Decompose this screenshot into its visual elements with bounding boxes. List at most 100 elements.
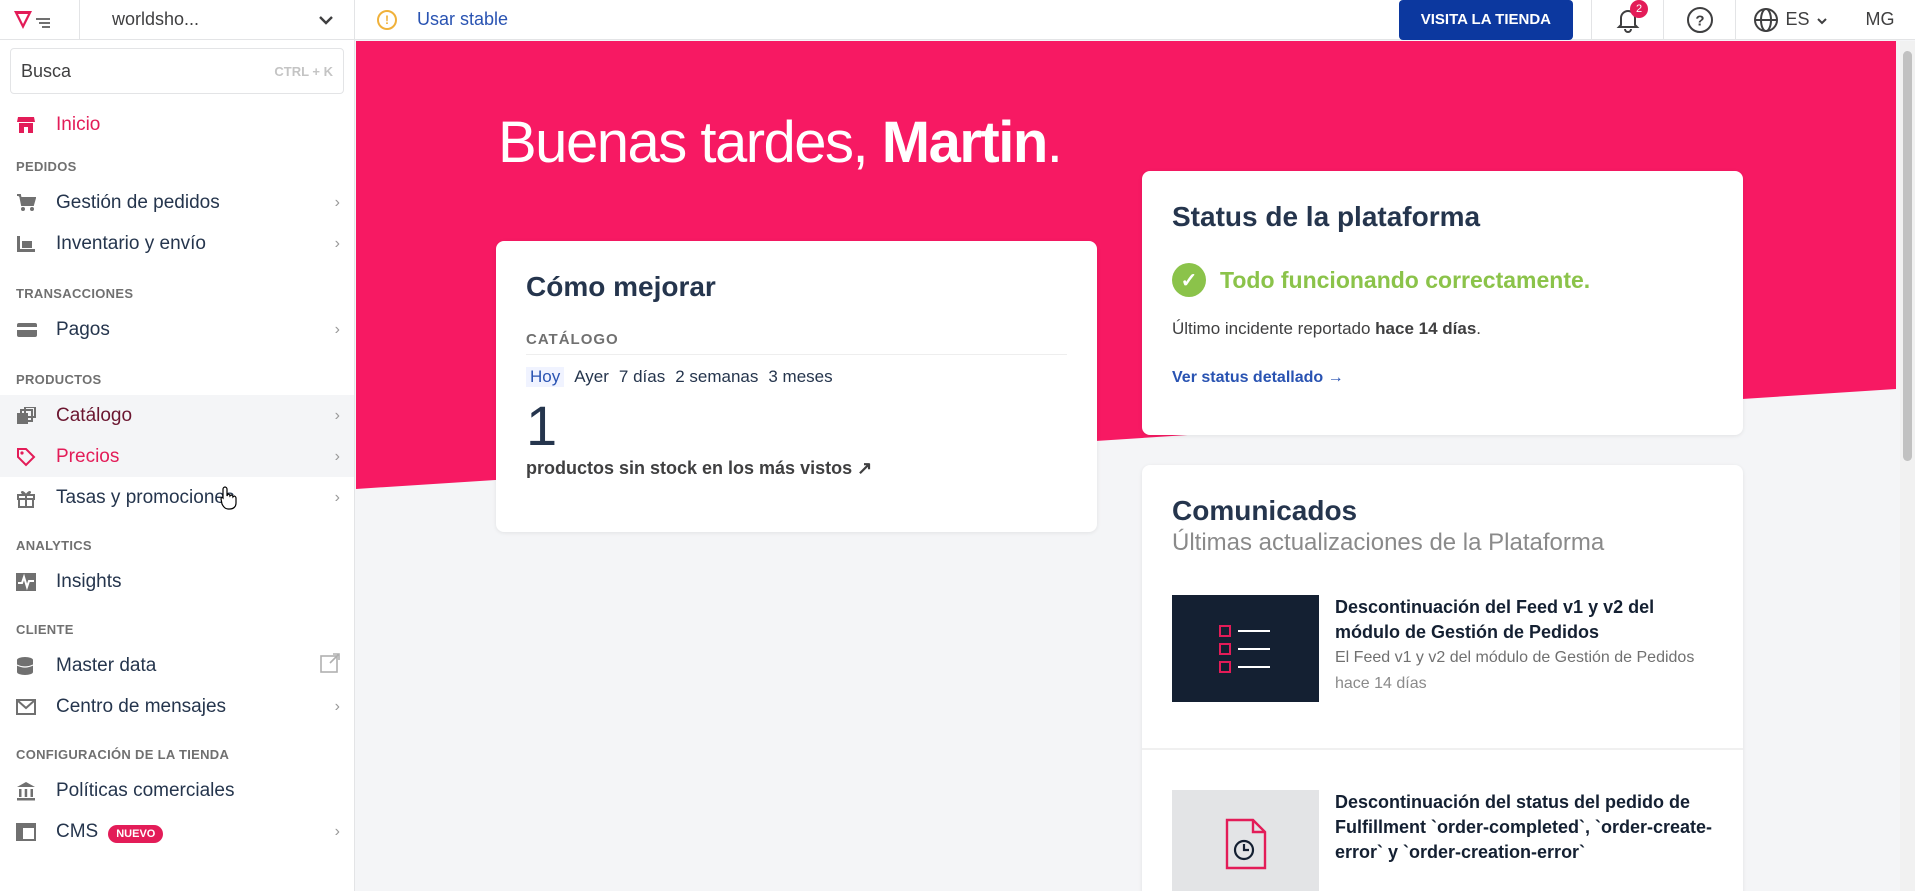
sidebar-item-centro-mensajes[interactable]: Centro de mensajes › (0, 686, 354, 727)
cart-icon (16, 193, 40, 212)
greeting-dot: . (1046, 110, 1063, 175)
sidebar-item-label: Gestión de pedidos (56, 191, 220, 213)
database-icon (16, 656, 40, 676)
sidebar: Busca CTRL + K Inicio PEDIDOS Gestión de… (0, 40, 355, 891)
check-circle-icon: ✓ (1172, 263, 1206, 297)
chevron-down-icon (318, 9, 334, 30)
status-detail-link[interactable]: Ver status detallado → (1172, 369, 1713, 387)
chevron-down-icon (1816, 9, 1828, 30)
sidebar-item-label: Inicio (56, 113, 101, 135)
vtex-logo-icon (14, 10, 50, 29)
globe-icon (1754, 7, 1779, 32)
status-ok-text: Todo funcionando correctamente. (1220, 266, 1591, 293)
sidebar-item-politicas[interactable]: Políticas comerciales (0, 770, 354, 811)
scrollbar-thumb[interactable] (1903, 51, 1912, 461)
news-date: hace 14 días (1335, 675, 1427, 692)
chevron-right-icon: › (334, 697, 340, 715)
section-transacciones: TRANSACCIONES (16, 286, 134, 301)
sidebar-item-label: Pagos (56, 318, 110, 340)
period-3-meses[interactable]: 3 meses (768, 367, 832, 387)
bank-icon (16, 781, 40, 801)
layout-icon (16, 822, 40, 841)
incident-when: hace 14 días (1375, 319, 1477, 338)
sidebar-item-label: Tasas y promociones (56, 486, 235, 508)
section-configuracion: CONFIGURACIÓN DE LA TIENDA (16, 747, 230, 762)
visit-store-button[interactable]: VISITA LA TIENDA (1398, 0, 1573, 40)
sidebar-item-label: Insights (56, 570, 122, 592)
sidebar-item-pagos[interactable]: Pagos › (0, 309, 354, 350)
section-pedidos: PEDIDOS (16, 159, 77, 174)
greeting-text: Buenas tardes, (498, 110, 869, 175)
sidebar-item-cms[interactable]: CMS NUEVO › (0, 811, 354, 852)
credit-card-icon (16, 322, 40, 338)
platform-status-card: Status de la plataforma ✓ Todo funcionan… (1142, 171, 1743, 435)
news-title[interactable]: Descontinuación del status del pedido de… (1335, 790, 1713, 865)
sidebar-item-gestion-pedidos[interactable]: Gestión de pedidos › (0, 182, 354, 223)
como-mejorar-card: Cómo mejorar CATÁLOGO Hoy Ayer 7 días 2 … (496, 241, 1097, 532)
stable-toggle[interactable]: ! Usar stable (355, 0, 1399, 40)
top-bar: worldsho... ! Usar stable VISITA LA TIEN… (0, 0, 1915, 40)
metric-value: 1 (526, 394, 558, 457)
mail-icon (16, 698, 40, 715)
svg-text:?: ? (1695, 12, 1704, 29)
page-scrollbar[interactable] (1900, 41, 1915, 891)
category-label: CATÁLOGO (526, 331, 1067, 355)
account-name: worldsho... (112, 9, 200, 29)
period-7-dias[interactable]: 7 días (619, 367, 665, 387)
help-icon: ? (1686, 6, 1713, 33)
section-analytics: ANALYTICS (16, 538, 92, 553)
card-title: Cómo mejorar (526, 271, 716, 302)
user-menu[interactable]: MG (1845, 0, 1915, 40)
sidebar-item-label: Catálogo (56, 404, 133, 426)
search-input[interactable]: Busca CTRL + K (10, 48, 344, 94)
out-of-stock-link[interactable]: productos sin stock en los más vistos ↗ (526, 458, 1067, 479)
catalog-icon (16, 406, 40, 425)
news-item[interactable]: Descontinuación del Feed v1 y v2 del mód… (1142, 595, 1743, 702)
status-ok: ✓ Todo funcionando correctamente. (1172, 263, 1713, 297)
incident-prefix: Último incidente reportado (1172, 319, 1376, 338)
store-icon (16, 116, 40, 134)
external-link-icon (320, 652, 340, 679)
search-placeholder: Busca (21, 60, 72, 81)
card-subtitle: Últimas actualizaciones de la Plataforma (1172, 529, 1605, 556)
chevron-right-icon: › (334, 822, 340, 840)
chevron-right-icon: › (334, 234, 340, 252)
sidebar-item-catalogo[interactable]: Catálogo › (0, 395, 354, 436)
period-hoy[interactable]: Hoy (526, 367, 565, 387)
account-selector[interactable]: worldsho... (80, 0, 355, 40)
gift-icon (16, 488, 40, 508)
greeting-name: Martin (881, 110, 1049, 175)
period-ayer[interactable]: Ayer (574, 367, 609, 387)
notifications-button[interactable]: 2 (1591, 0, 1663, 40)
help-button[interactable]: ? (1663, 0, 1735, 40)
news-title[interactable]: Descontinuación del Feed v1 y v2 del mód… (1335, 595, 1713, 645)
sidebar-item-inicio[interactable]: Inicio (0, 104, 354, 145)
sidebar-item-master-data[interactable]: Master data (0, 645, 354, 686)
hand-cursor-icon (220, 486, 238, 515)
chevron-right-icon: › (334, 193, 340, 211)
sidebar-item-insights[interactable]: Insights (0, 561, 354, 602)
list-thumbnail-icon (1172, 595, 1319, 702)
sidebar-item-tasas[interactable]: Tasas y promociones › (0, 477, 354, 518)
period-2-semanas[interactable]: 2 semanas (675, 367, 758, 387)
news-item[interactable]: Descontinuación del status del pedido de… (1142, 790, 1743, 891)
notification-badge: 2 (1630, 0, 1648, 18)
sidebar-item-label: Master data (56, 654, 157, 676)
logo-menu-button[interactable] (0, 0, 80, 40)
cms-label: CMS (56, 820, 99, 842)
new-badge: NUEVO (108, 824, 164, 843)
card-title: Status de la plataforma (1172, 201, 1481, 232)
sidebar-item-label: Centro de mensajes (56, 695, 227, 717)
sidebar-item-label: Inventario y envío (56, 232, 206, 254)
language-selector[interactable]: ES (1735, 0, 1845, 40)
document-clock-icon (1172, 790, 1319, 891)
chevron-right-icon: › (334, 406, 340, 424)
chevron-right-icon: › (334, 447, 340, 465)
stable-link[interactable]: Usar stable (417, 9, 508, 30)
divider (1142, 748, 1743, 750)
search-shortcut: CTRL + K (274, 63, 333, 79)
sidebar-item-label: CMS NUEVO (56, 821, 335, 843)
sidebar-item-precios[interactable]: Precios › (0, 436, 354, 477)
section-productos: PRODUCTOS (16, 372, 102, 387)
sidebar-item-inventario[interactable]: Inventario y envío › (0, 223, 354, 264)
